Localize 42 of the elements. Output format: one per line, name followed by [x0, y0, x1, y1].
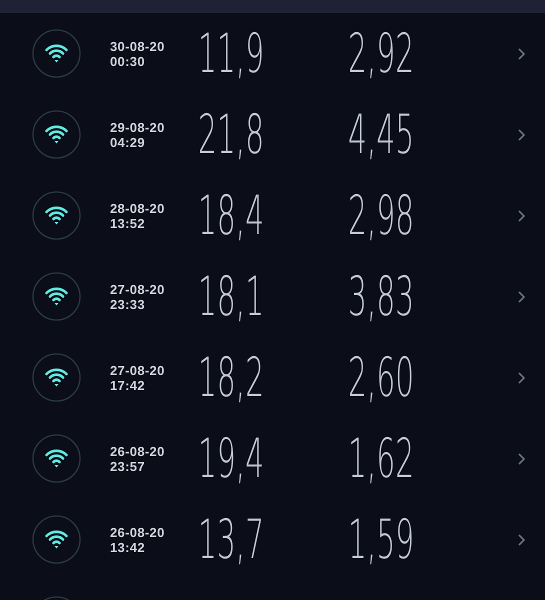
test-date: 29-08-20 — [110, 120, 165, 134]
wifi-icon — [32, 110, 81, 159]
wifi-icon — [32, 191, 81, 240]
test-date: 26-08-20 — [110, 444, 165, 458]
chevron-right-icon[interactable] — [518, 452, 525, 464]
test-date: 30-08-20 — [110, 38, 165, 54]
test-time: 00:30 — [110, 54, 145, 68]
wifi-icon — [32, 434, 81, 483]
test-date: 27-08-20 — [110, 362, 165, 378]
wifi-icon — [32, 29, 81, 78]
test-date: 26-08-20 — [110, 524, 165, 540]
upload-speed: 2,98 — [348, 188, 414, 242]
download-speed: 19,4 — [198, 432, 264, 486]
chevron-right-icon[interactable] — [518, 290, 525, 302]
download-speed: 18,1 — [198, 270, 264, 324]
chevron-right-icon[interactable] — [518, 128, 525, 140]
test-time: 13:42 — [110, 540, 145, 554]
chevron-right-icon[interactable] — [518, 210, 525, 222]
upload-speed: 4,45 — [348, 108, 414, 162]
test-time: 04:29 — [110, 134, 145, 150]
chevron-right-icon[interactable] — [518, 534, 525, 546]
download-speed: 18,4 — [198, 188, 264, 242]
upload-speed: 3,83 — [348, 270, 414, 324]
download-speed: 18,2 — [198, 350, 264, 404]
test-time: 23:57 — [110, 458, 145, 474]
chevron-right-icon[interactable] — [518, 48, 525, 60]
test-date: 28-08-20 — [110, 200, 165, 216]
chevron-right-icon[interactable] — [518, 372, 525, 384]
upload-speed: 2,60 — [348, 350, 414, 404]
test-time: 13:52 — [110, 216, 145, 230]
download-speed: 21,8 — [198, 108, 264, 162]
upload-speed: 2,92 — [348, 26, 414, 80]
wifi-icon — [32, 353, 81, 402]
wifi-icon — [32, 272, 81, 321]
test-time: 23:33 — [110, 296, 145, 312]
test-date: 27-08-20 — [110, 282, 165, 296]
download-speed: 11,9 — [198, 26, 264, 80]
wifi-icon — [32, 515, 81, 564]
download-speed: 13,7 — [198, 512, 264, 566]
test-time: 17:42 — [110, 378, 145, 392]
upload-speed: 1,62 — [348, 432, 414, 486]
upload-speed: 1,59 — [348, 512, 414, 566]
